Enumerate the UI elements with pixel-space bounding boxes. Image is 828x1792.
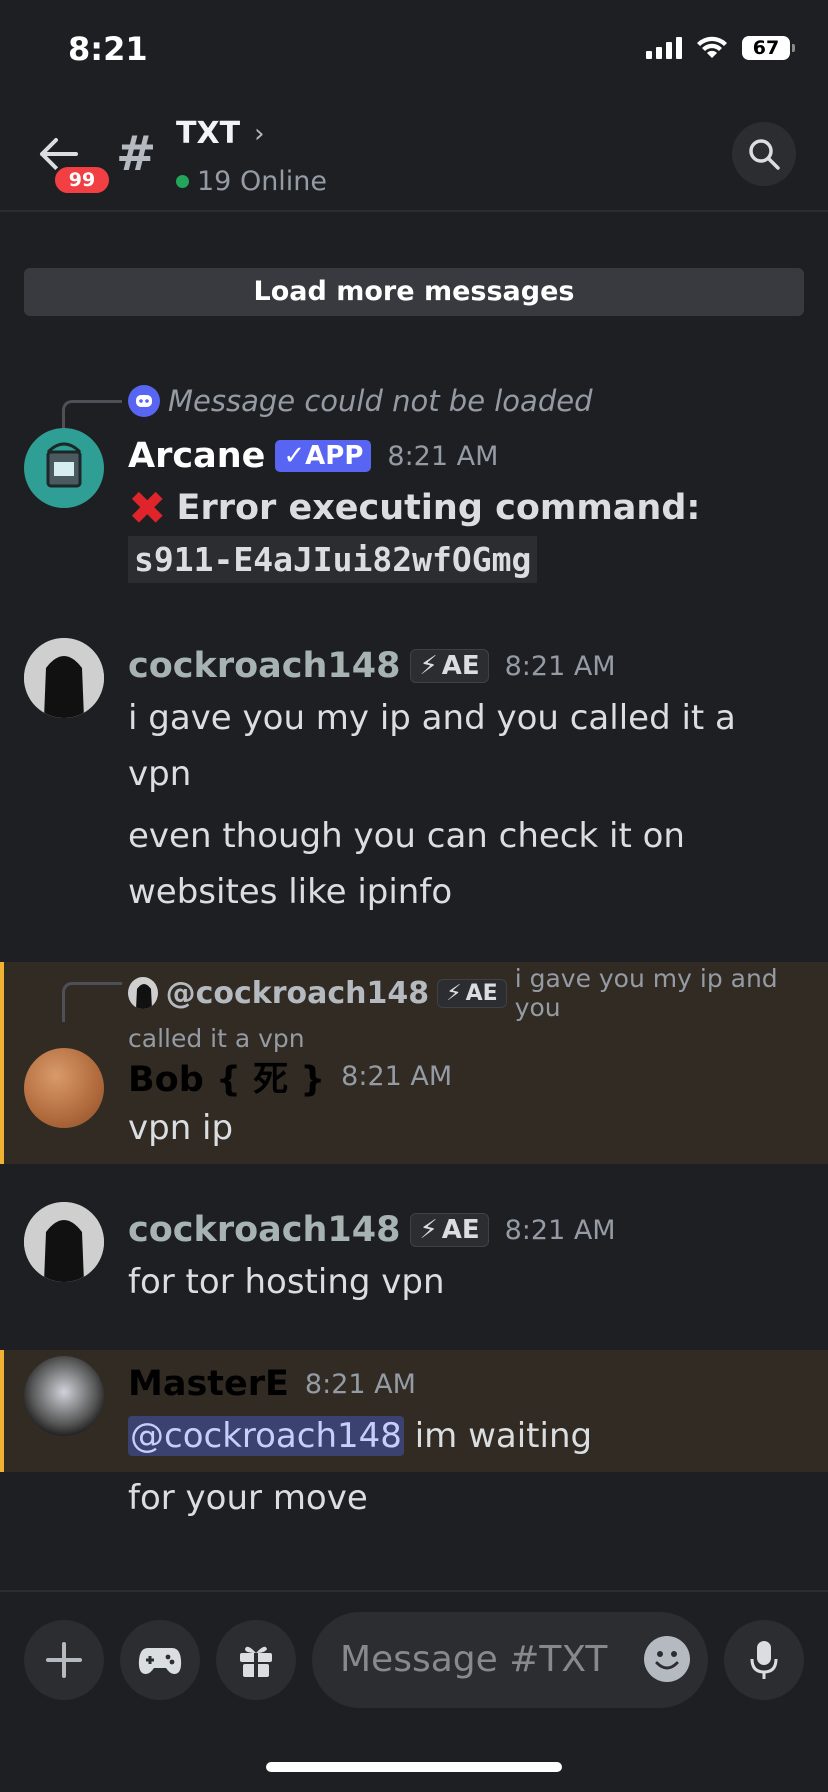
gamepad-icon xyxy=(138,1648,182,1674)
message-header: MasterE 8:21 AM xyxy=(128,1360,808,1408)
message-content: cockroach148 ⚡ AE 8:21 AM i gave you my i… xyxy=(128,642,808,920)
reply-avatar xyxy=(128,977,158,1009)
home-indicator xyxy=(266,1762,562,1772)
message-line: @cockroach148 im waiting xyxy=(128,1408,808,1464)
activities-button[interactable] xyxy=(120,1620,200,1700)
clan-tag-text: AE xyxy=(465,980,498,1006)
message-text: im waiting xyxy=(403,1416,593,1456)
timestamp: 8:21 AM xyxy=(304,1368,416,1400)
username[interactable]: cockroach148 xyxy=(128,1210,400,1250)
hooded-figure-avatar-icon xyxy=(24,1202,104,1282)
bucket-avatar-icon xyxy=(46,442,82,488)
message-line: websites like ipinfo xyxy=(128,872,453,912)
lightning-icon: ⚡ xyxy=(446,980,462,1006)
battery-indicator: 67 xyxy=(742,36,795,60)
hashtag-icon: # xyxy=(116,126,157,182)
error-code: s911-E4aJIui82wfOGmg xyxy=(128,536,538,583)
reply-text: Message could not be loaded xyxy=(168,384,593,418)
message-header: cockroach148 ⚡ AE 8:21 AM xyxy=(128,1206,808,1254)
message-header: cockroach148 ⚡ AE 8:21 AM xyxy=(128,642,808,690)
search-icon xyxy=(749,139,780,170)
message-content: Bob { 死 } 8:21 AM vpn ip xyxy=(128,1052,808,1156)
lightning-icon: ⚡ xyxy=(419,1215,438,1245)
reply-preview[interactable]: Message could not be loaded xyxy=(128,384,808,418)
clan-tag: ⚡ AE xyxy=(410,1213,489,1247)
channel-header: 99 # TXT › 19 Online xyxy=(0,100,828,212)
lightning-icon: ⚡ xyxy=(419,651,438,681)
status-bar: 8:21 67 xyxy=(0,0,828,100)
gift-button[interactable] xyxy=(216,1620,296,1700)
online-count: 19 Online xyxy=(176,166,327,197)
chevron-right-icon: › xyxy=(254,118,265,149)
reply-username[interactable]: @cockroach148 xyxy=(166,976,430,1011)
hooded-figure-avatar-icon xyxy=(24,638,104,718)
message-line: vpn xyxy=(128,754,192,794)
plus-icon xyxy=(46,1642,82,1678)
message-text: ✖ Error executing command: xyxy=(128,480,808,536)
code-block: s911-E4aJIui82wfOGmg xyxy=(128,536,808,583)
timestamp: 8:21 AM xyxy=(504,1214,616,1246)
avatar[interactable] xyxy=(24,1356,104,1436)
microphone-icon xyxy=(750,1641,778,1679)
avatar[interactable] xyxy=(24,1202,104,1282)
message-line: for your move xyxy=(128,1478,368,1518)
message-content: Arcane ✓APP 8:21 AM ✖ Error executing co… xyxy=(128,432,808,583)
unread-badge: 99 xyxy=(52,164,112,196)
reply-text: i gave you my ip and you xyxy=(514,964,778,1022)
message-header: Bob { 死 } 8:21 AM xyxy=(128,1052,808,1100)
load-more-button[interactable]: Load more messages xyxy=(24,268,804,316)
channel-name: TXT xyxy=(176,116,241,151)
status-time: 8:21 xyxy=(68,30,148,68)
username[interactable]: cockroach148 xyxy=(128,646,400,686)
message-content: MasterE 8:21 AM @cockroach148 im waiting… xyxy=(128,1360,808,1526)
cellular-signal-icon xyxy=(646,37,682,59)
message-line: even though you can check it on xyxy=(128,816,685,856)
online-dot-icon xyxy=(176,175,189,188)
clan-tag: ⚡ AE xyxy=(437,978,507,1008)
add-attachment-button[interactable] xyxy=(24,1620,104,1700)
timestamp: 8:21 AM xyxy=(504,650,616,682)
user-mention[interactable]: @cockroach148 xyxy=(128,1416,404,1456)
reply-connector xyxy=(62,982,122,1022)
channel-title[interactable]: TXT › xyxy=(176,116,264,151)
app-tag: ✓APP xyxy=(275,440,372,472)
clan-tag: ⚡ AE xyxy=(410,649,489,683)
voice-message-button[interactable] xyxy=(724,1620,804,1700)
message-line: vpn ip xyxy=(128,1108,234,1148)
online-label: 19 Online xyxy=(197,166,328,197)
emoji-icon[interactable] xyxy=(644,1636,690,1682)
avatar[interactable] xyxy=(24,638,104,718)
reply-preview[interactable]: @cockroach148 ⚡ AE i gave you my ip and y… xyxy=(128,964,808,1053)
timestamp: 8:21 AM xyxy=(341,1060,453,1092)
status-icons: 67 xyxy=(646,36,795,60)
username[interactable]: Bob { 死 } xyxy=(128,1051,325,1102)
reply-text: called it a vpn xyxy=(128,1024,305,1053)
avatar[interactable] xyxy=(24,1048,104,1128)
avatar[interactable] xyxy=(24,428,104,508)
timestamp: 8:21 AM xyxy=(387,440,499,472)
message-composer: Message #TXT xyxy=(0,1590,828,1792)
clan-tag-text: AE xyxy=(441,651,480,681)
clan-tag-text: AE xyxy=(441,1215,480,1245)
message-content: cockroach148 ⚡ AE 8:21 AM for tor hosting… xyxy=(128,1206,808,1310)
wifi-icon xyxy=(697,36,727,58)
message-header: Arcane ✓APP 8:21 AM xyxy=(128,432,808,480)
gift-icon xyxy=(240,1646,272,1677)
search-button[interactable] xyxy=(732,122,796,186)
error-text: Error executing command: xyxy=(176,488,701,528)
message-line: for tor hosting vpn xyxy=(128,1262,445,1302)
username[interactable]: MasterE xyxy=(128,1364,289,1404)
discord-icon xyxy=(128,385,160,417)
cross-mark-icon: ✖ xyxy=(128,481,167,535)
username[interactable]: Arcane xyxy=(128,436,265,476)
message-line: i gave you my ip and you called it a xyxy=(128,698,736,738)
